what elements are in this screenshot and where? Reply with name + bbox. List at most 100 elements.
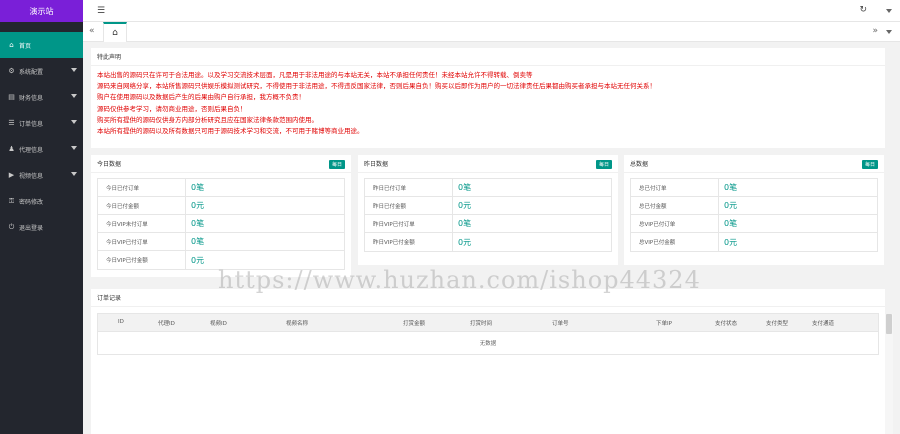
stats-value: 0元 <box>724 237 738 247</box>
order-icon: ☰ <box>8 119 15 127</box>
stats-value: 0笔 <box>458 183 472 192</box>
stats-value: 0笔 <box>724 219 738 228</box>
sidebar-item[interactable]: ☰ 订单信息 <box>0 110 83 136</box>
stats-row: 昨日已付金额 0元 <box>365 197 611 215</box>
stats-value: 0笔 <box>191 219 205 228</box>
scrollbar-thumb[interactable] <box>886 314 892 334</box>
stats-label: 今日已付金额 <box>98 197 186 214</box>
orders-column-header: 支付通道 <box>812 321 835 327</box>
stats-label: 昨日VIP已付金额 <box>365 233 453 251</box>
agent-icon: ♟ <box>8 145 15 153</box>
notice-line: 购户在使用源码以及数据后产生的后果由购户自行承担，我方概不负责！ <box>97 93 305 102</box>
total-stats-title: 总数据 <box>630 161 649 168</box>
sidebar-item-label: 系统配置 <box>19 68 44 76</box>
sidebar-item[interactable]: ▤ 财务信息 <box>0 84 83 110</box>
yesterday-stats-table: 昨日已付订单 0笔 昨日已付金额 0元 昨日VIP已付订单 0笔 昨日VIP已付金额 0元 <box>364 178 612 252</box>
yesterday-stats-title: 昨日数据 <box>364 161 389 168</box>
chevron-down-icon[interactable] <box>886 9 892 13</box>
stats-row: 总VIP已付订单 0笔 <box>631 215 877 233</box>
page-scrollbar[interactable] <box>885 314 893 434</box>
tab-menu-chevron-icon[interactable] <box>886 30 892 34</box>
top-header: ☰ ↻ <box>83 0 900 22</box>
notice-title: 特此声明 <box>91 48 885 66</box>
notice-line: 购买所有提供的源码仅供身方内部分析研究且应在国家法律条款范围内使用。 <box>97 115 318 124</box>
chevron-down-icon <box>71 146 77 150</box>
stats-label: 总已付金额 <box>631 197 719 214</box>
sidebar-item[interactable]: ▶ 视频信息 <box>0 162 83 188</box>
video-icon: ▶ <box>8 171 15 179</box>
sidebar-item-label: 密码修改 <box>19 198 44 206</box>
stats-label: 今日VIP已付金额 <box>98 251 186 269</box>
finance-icon: ▤ <box>8 93 15 101</box>
orders-column-header: 下单IP <box>656 321 672 327</box>
stats-row: 昨日VIP已付订单 0笔 <box>365 215 611 233</box>
sidebar-item[interactable]: ⚙ 系统配置 <box>0 58 83 84</box>
home-icon: ⌂ <box>112 28 118 38</box>
notice-line: 源码来自网络分享，本站所售源码只供娱乐模拟测试研究，不得使用于非法用途，不得违反… <box>97 82 656 91</box>
stats-label: 今日已付订单 <box>98 179 186 196</box>
sidebar-item[interactable]: ⚿ 密码修改 <box>0 188 83 214</box>
tab-scroll-left-icon[interactable]: « <box>89 26 95 36</box>
stats-row: 今日已付金额 0元 <box>98 197 344 215</box>
stats-value: 0元 <box>191 201 205 210</box>
yesterday-stats-badge: 每日 <box>595 160 612 169</box>
yesterday-stats-card: 昨日数据 每日 昨日已付订单 0笔 昨日已付金额 0元 昨日VIP已付订单 0笔 昨日VIP… <box>358 155 618 265</box>
chevron-down-icon <box>71 68 77 72</box>
today-stats-title: 今日数据 <box>97 161 122 168</box>
orders-column-header: 视频ID <box>210 321 227 327</box>
stats-value: 0元 <box>458 237 472 247</box>
today-stats-table: 今日已付订单 0笔 今日已付金额 0元 今日VIP未付订单 0笔 今日VIP已付订单 0笔 今日… <box>97 178 345 270</box>
orders-column-header: 打赏时间 <box>470 321 493 327</box>
sidebar-item[interactable]: ♟ 代理信息 <box>0 136 83 162</box>
orders-column-header: 视频名称 <box>286 321 309 327</box>
notice-body: 本站出售的源码只在许可于合法用途。以及学习交流技术层面，凡是用于非法用途的与本站… <box>91 66 885 137</box>
sidebar-item-label: 视频信息 <box>19 172 44 180</box>
chevron-down-icon <box>71 120 77 124</box>
stats-label: 总已付订单 <box>631 179 719 196</box>
total-stats-table: 总已付订单 0笔 总已付金额 0元 总VIP已付订单 0笔 总VIP已付金额 0元 <box>630 178 878 252</box>
orders-column-header: 支付状态 <box>715 321 738 327</box>
stats-row: 昨日已付订单 0笔 <box>365 179 611 197</box>
stats-row: 总已付订单 0笔 <box>631 179 877 197</box>
sidebar-item-label: 订单信息 <box>19 120 44 128</box>
sidebar-item-label: 财务信息 <box>19 94 44 102</box>
stats-label: 今日VIP已付订单 <box>98 233 186 250</box>
stats-value: 0元 <box>458 201 472 210</box>
chevron-down-icon <box>71 172 77 176</box>
stats-label: 今日VIP未付订单 <box>98 215 186 232</box>
sidebar-item-label: 首页 <box>19 42 32 50</box>
stats-label: 昨日VIP已付订单 <box>365 215 453 232</box>
orders-table: ID 代理ID 视频ID 视频名称 打赏金额 打赏时间 订单号 下单IP 支付状态 支付类型 支付通… <box>97 313 879 355</box>
orders-column-header: 代理ID <box>158 321 175 327</box>
stats-row: 昨日VIP已付金额 0元 <box>365 233 611 251</box>
stats-value: 0笔 <box>191 183 205 192</box>
orders-column-header: 支付类型 <box>766 321 789 327</box>
orders-column-header: ID <box>118 319 124 325</box>
sidebar-nav: ⌂ 首页 ⚙ 系统配置 ▤ 财务信息 ☰ 订单信息 ♟ 代理信息 ▶ 视频信息 ⚿ 密码修改 ⏻ 退出登录 <box>0 32 83 240</box>
total-stats-card: 总数据 每日 总已付订单 0笔 总已付金额 0元 总VIP已付订单 0笔 总VIP已付金额 0… <box>624 155 884 265</box>
orders-card: 订单记录 ID 代理ID 视频ID 视频名称 打赏金额 打赏时间 订单号 下单IP 支付状态 支付… <box>91 289 885 434</box>
orders-column-header: 订单号 <box>552 321 569 327</box>
stats-label: 总VIP已付金额 <box>631 233 719 251</box>
stats-row: 今日VIP已付订单 0笔 <box>98 233 344 251</box>
stats-label: 昨日已付订单 <box>365 179 453 196</box>
stats-row: 今日VIP未付订单 0笔 <box>98 215 344 233</box>
home-icon: ⌂ <box>9 41 14 49</box>
sidebar-item[interactable]: ⌂ 首页 <box>0 32 83 58</box>
refresh-icon[interactable]: ↻ <box>859 5 867 15</box>
site-logo[interactable]: 演示站 <box>0 0 83 22</box>
tab-home[interactable]: ⌂ <box>103 22 127 42</box>
stats-value: 0笔 <box>458 219 472 228</box>
sidebar-item-label: 代理信息 <box>19 146 44 154</box>
notice-line: 本站出售的源码只在许可于合法用途。以及学习交流技术层面，凡是用于非法用途的与本站… <box>97 71 533 79</box>
tab-scroll-right-icon[interactable]: » <box>872 26 878 36</box>
sidebar-item[interactable]: ⏻ 退出登录 <box>0 214 83 240</box>
orders-table-header: ID 代理ID 视频ID 视频名称 打赏金额 打赏时间 订单号 下单IP 支付状态 支付类型 支付通… <box>98 314 878 332</box>
sidebar: 演示站 ⌂ 首页 ⚙ 系统配置 ▤ 财务信息 ☰ 订单信息 ♟ 代理信息 ▶ 视频信息 ⚿ 密码修改 ⏻ 退出… <box>0 0 83 434</box>
notice-line: 本站所有提供的源码以及所有数据只可用于源码技术学习和交流，不可用于赌博等商业用途… <box>97 127 364 136</box>
orders-column-header: 打赏金额 <box>403 321 426 327</box>
settings-icon: ⚙ <box>8 67 15 75</box>
menu-toggle-icon[interactable]: ☰ <box>97 6 105 16</box>
tab-bar: « ⌂ » <box>83 22 900 42</box>
stats-value: 0元 <box>724 201 738 210</box>
